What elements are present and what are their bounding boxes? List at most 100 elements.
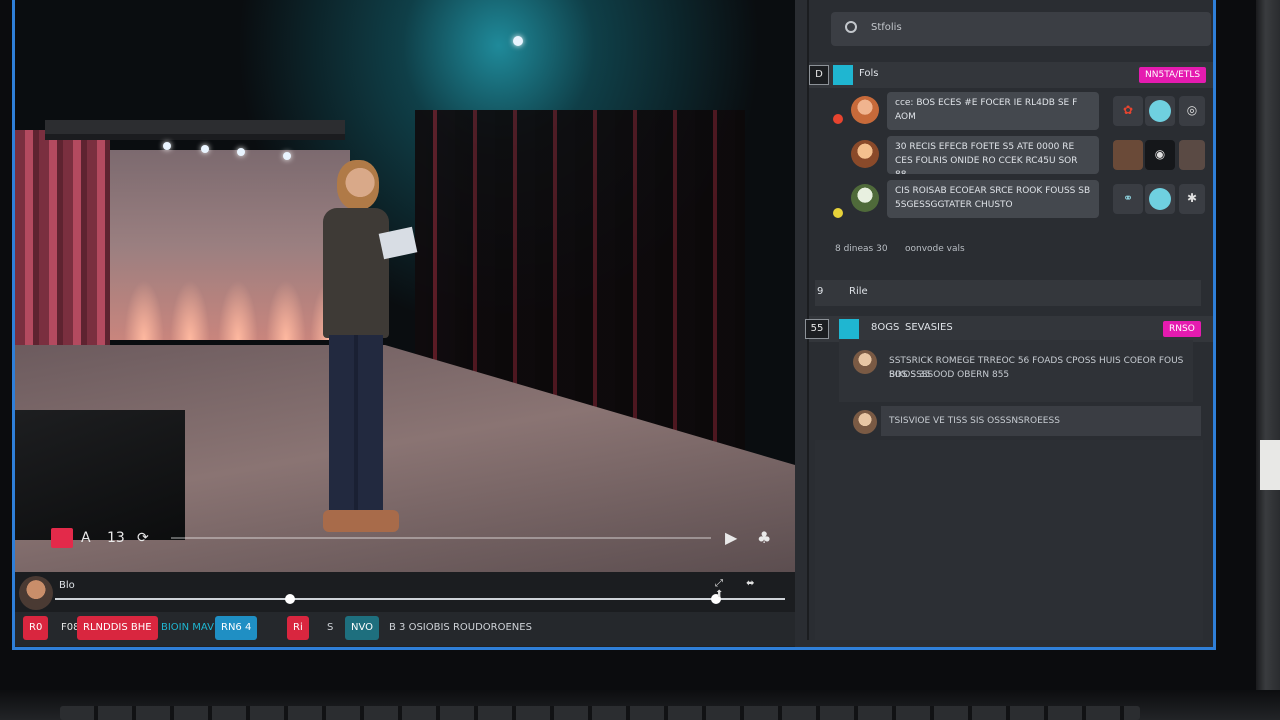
stage-spotlight	[283, 152, 291, 160]
presenter-notes	[378, 226, 418, 260]
thumbnail[interactable]: ◉	[1145, 140, 1175, 170]
comment-text: TSISVIOE VE TISS SIS OSSSNSROEESS	[889, 416, 1060, 426]
avatar[interactable]	[19, 576, 53, 610]
panel-body	[815, 440, 1203, 640]
thumbnail[interactable]: ✱	[1179, 184, 1205, 214]
stage-speaker	[15, 410, 185, 540]
toolbar-status: B 3 OSIOBIS ROUDOROENES	[389, 622, 532, 633]
avatar[interactable]	[853, 350, 877, 374]
laptop-edge	[1256, 0, 1280, 720]
section-title: Fols	[859, 68, 879, 79]
meta-left[interactable]: 8 dineas 30	[835, 244, 888, 254]
chat-row[interactable]: cce: BOS ECES #E FOCER IE RL4DB SE F AOM…	[829, 92, 1213, 132]
thumbnail[interactable]	[1179, 140, 1205, 170]
side-panel: Stfolis D Fols NN5TA/ETLS cce: BOS ECES …	[795, 0, 1213, 647]
like-icon[interactable]: ♣	[757, 528, 771, 548]
thumbnail[interactable]: ◎	[1179, 96, 1205, 126]
loop-icon[interactable]: ⟳	[137, 528, 149, 548]
timeline-icons[interactable]: ⤢ ⬌ ⬆	[715, 578, 795, 600]
toolbar-button[interactable]: S	[321, 616, 339, 640]
timeline-bar: Blo ⤢ ⬌ ⬆	[15, 572, 795, 612]
avatar[interactable]	[851, 184, 879, 212]
timeline-label: Blo	[59, 580, 75, 591]
status-badge[interactable]: NN5TA/ETLS	[1139, 67, 1207, 83]
lighting-truss	[45, 120, 345, 134]
record-button[interactable]	[51, 528, 73, 548]
stage-spotlight	[163, 142, 171, 150]
cyan-circle-icon	[1149, 188, 1171, 210]
cyan-square-icon	[839, 319, 859, 339]
toolbar-button[interactable]: RN6 4	[215, 616, 258, 640]
wall-light	[266, 280, 306, 340]
section-header-files[interactable]: D Fols NN5TA/ETLS	[809, 62, 1213, 88]
chat-message: cce: BOS ECES #E FOCER IE RL4DB SE F AOM	[887, 92, 1099, 130]
bottom-toolbar: R0 F08 RLNDDIS BHE BIOIN MAVE RN6 4 Ri S…	[15, 612, 795, 646]
status-dot	[833, 208, 843, 218]
section-title: Rile	[849, 286, 868, 297]
chat-message: CIS ROISAB ECOEAR SRCE ROOK FOUSS SB 5SG…	[887, 180, 1099, 218]
wall-light	[170, 280, 210, 340]
status-dot	[833, 114, 843, 124]
presenter-torso	[323, 208, 389, 338]
cyan-circle-icon	[1149, 100, 1171, 122]
circle-icon: ◎	[1186, 103, 1198, 117]
skip-icon[interactable]: 13	[107, 528, 125, 548]
stage-spotlight	[513, 36, 523, 46]
edge-sticker	[1260, 440, 1280, 490]
avatar[interactable]	[853, 410, 877, 434]
comment-item[interactable]: TSISVIOE VE TISS SIS OSSSNSROEESS	[881, 406, 1201, 436]
meta-right[interactable]: oonvode vals	[905, 244, 965, 254]
keyboard-keys	[60, 706, 1140, 720]
section-header-logs[interactable]: 55 8OGS SEVASIES RNSO	[805, 316, 1213, 342]
search-icon	[845, 21, 857, 33]
presenter-head	[337, 160, 379, 210]
wall-light	[218, 280, 258, 340]
player-icon[interactable]: A	[81, 528, 91, 548]
thumbnail[interactable]: ⚭	[1113, 184, 1143, 214]
stage-back-wall	[110, 150, 350, 340]
chat-message: 30 RECIS EFECB FOETE S5 ATE 0000 RE CES …	[887, 136, 1099, 174]
status-badge[interactable]: RNSO	[1163, 321, 1201, 337]
video-player[interactable]: A 13 ⟳ ▶ ♣	[15, 0, 795, 572]
thumbnail[interactable]	[1113, 140, 1143, 170]
section-header-rule[interactable]: 9 Rile	[815, 280, 1201, 306]
thumbnail[interactable]: ✿	[1113, 96, 1143, 126]
toolbar-button[interactable]: RLNDDIS BHE	[77, 616, 158, 640]
chat-row[interactable]: CIS ROISAB ECOEAR SRCE ROOK FOUSS SB 5SG…	[829, 180, 1213, 220]
gear-icon: ✱	[1186, 191, 1198, 205]
thread-item[interactable]: SSTSRICK ROMEGE TRREOC 56 FOADS CPOSS HU…	[839, 340, 1193, 402]
thread-text: SOS SSSSOOD OBERN 855	[889, 370, 1010, 380]
section-title: 8OGS	[871, 322, 900, 333]
share-icon: ⚭	[1122, 191, 1134, 205]
stage-spotlight	[237, 148, 245, 156]
avatar[interactable]	[851, 96, 879, 124]
section-subtitle: SEVASIES	[905, 322, 953, 333]
keyboard	[0, 690, 1280, 720]
stage-curtain-left	[15, 130, 110, 360]
stage-spotlight	[201, 145, 209, 153]
wall-light	[124, 280, 164, 340]
collapse-button[interactable]: 55	[805, 319, 829, 339]
chat-row[interactable]: 30 RECIS EFECB FOETE S5 ATE 0000 RE CES …	[829, 136, 1213, 176]
collapse-button[interactable]: D	[809, 65, 829, 85]
player-controls: A 13 ⟳ ▶ ♣	[51, 526, 791, 550]
search-input[interactable]: Stfolis	[831, 12, 1211, 46]
laptop-bezel: A 13 ⟳ ▶ ♣ Blo ⤢ ⬌ ⬆ R0 F08 RLNDDIS BHE …	[0, 0, 1280, 720]
timeline-scrubber[interactable]	[55, 598, 785, 600]
presenter-legs	[329, 335, 383, 515]
section-prefix: 9	[817, 286, 824, 297]
toolbar-button[interactable]: R0	[23, 616, 49, 640]
app-screen: A 13 ⟳ ▶ ♣ Blo ⤢ ⬌ ⬆ R0 F08 RLNDDIS BHE …	[12, 0, 1216, 650]
record-icon: ◉	[1154, 147, 1166, 161]
search-label: Stfolis	[871, 22, 902, 33]
thumbnail[interactable]	[1145, 96, 1175, 126]
alert-icon: ✿	[1122, 103, 1134, 117]
player-track[interactable]	[171, 537, 711, 539]
play-icon[interactable]: ▶	[725, 528, 737, 548]
thumbnail[interactable]	[1145, 184, 1175, 214]
cyan-square-icon	[833, 65, 853, 85]
scrub-handle-start[interactable]	[285, 594, 295, 604]
toolbar-button[interactable]: NVO	[345, 616, 380, 640]
toolbar-button[interactable]: Ri	[287, 616, 309, 640]
avatar[interactable]	[851, 140, 879, 168]
